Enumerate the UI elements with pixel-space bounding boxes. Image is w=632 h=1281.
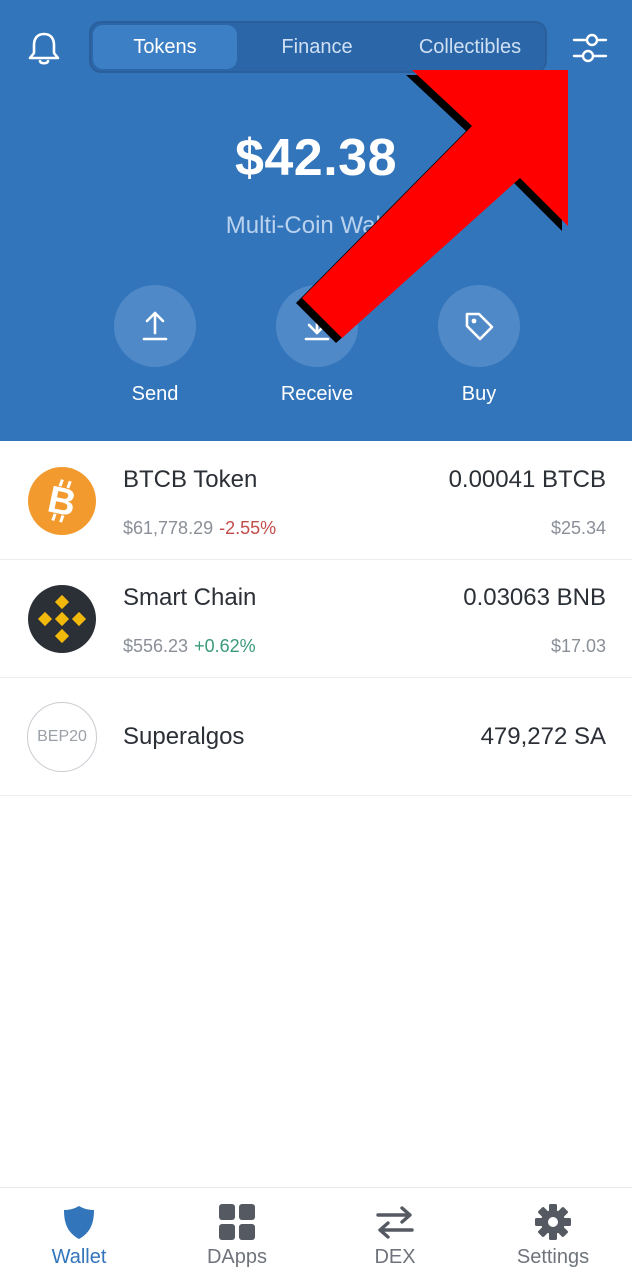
token-amount: 479,272 SA [480, 723, 606, 750]
token-price: $61,778.29 -2.55% [123, 518, 276, 539]
nav-dex[interactable]: DEX [316, 1188, 474, 1281]
send-button[interactable]: Send [114, 285, 198, 405]
nav-dex-label: DEX [374, 1246, 416, 1268]
receive-label: Receive [280, 383, 354, 405]
token-row-bnb[interactable]: Smart Chain $556.23 +0.62% 0.03063 BNB $1… [0, 560, 632, 678]
swap-arrows-icon [375, 1202, 415, 1242]
upload-icon [114, 285, 196, 367]
nav-wallet[interactable]: Wallet [0, 1188, 158, 1281]
bitcoin-icon: B [27, 466, 97, 536]
bottom-navigation: Wallet DApps DEX Settings [0, 1187, 632, 1280]
token-amount: 0.03063 BNB [463, 584, 606, 611]
buy-label: Buy [461, 383, 497, 405]
token-price-value: $556.23 [123, 636, 189, 656]
token-price-value: $61,778.29 [123, 518, 214, 538]
token-row-superalgos[interactable]: BEP20 Superalgos 479,272 SA [0, 678, 632, 796]
nav-settings[interactable]: Settings [474, 1188, 632, 1281]
token-amount: 0.00041 BTCB [448, 466, 606, 493]
token-name: BTCB Token [123, 466, 258, 493]
token-fiat-value: $25.34 [550, 518, 606, 538]
token-fiat-value: $17.03 [550, 636, 606, 656]
token-change: +0.62% [194, 636, 256, 656]
bnb-icon [27, 584, 97, 654]
grid-icon [217, 1202, 257, 1242]
token-row-btcb[interactable]: B BTCB Token $61,778.29 -2.55% 0.00041 BT… [0, 442, 632, 560]
token-name: Superalgos [123, 723, 245, 750]
bep20-token-icon: BEP20 [27, 702, 97, 772]
gear-icon [533, 1202, 573, 1242]
token-name: Smart Chain [123, 584, 257, 611]
token-change: -2.55% [219, 518, 277, 538]
send-label: Send [131, 383, 179, 405]
red-arrow-annotation [290, 60, 590, 350]
bell-icon[interactable] [24, 28, 64, 68]
nav-dapps[interactable]: DApps [158, 1188, 316, 1281]
nav-wallet-label: Wallet [51, 1246, 107, 1268]
shield-icon [59, 1202, 99, 1242]
token-price: $556.23 +0.62% [123, 636, 256, 657]
nav-dapps-label: DApps [206, 1246, 268, 1268]
wallet-header: Tokens Finance Collectibles $42.38 Multi… [0, 0, 632, 441]
tab-tokens[interactable]: Tokens [93, 25, 237, 69]
nav-settings-label: Settings [516, 1246, 590, 1268]
